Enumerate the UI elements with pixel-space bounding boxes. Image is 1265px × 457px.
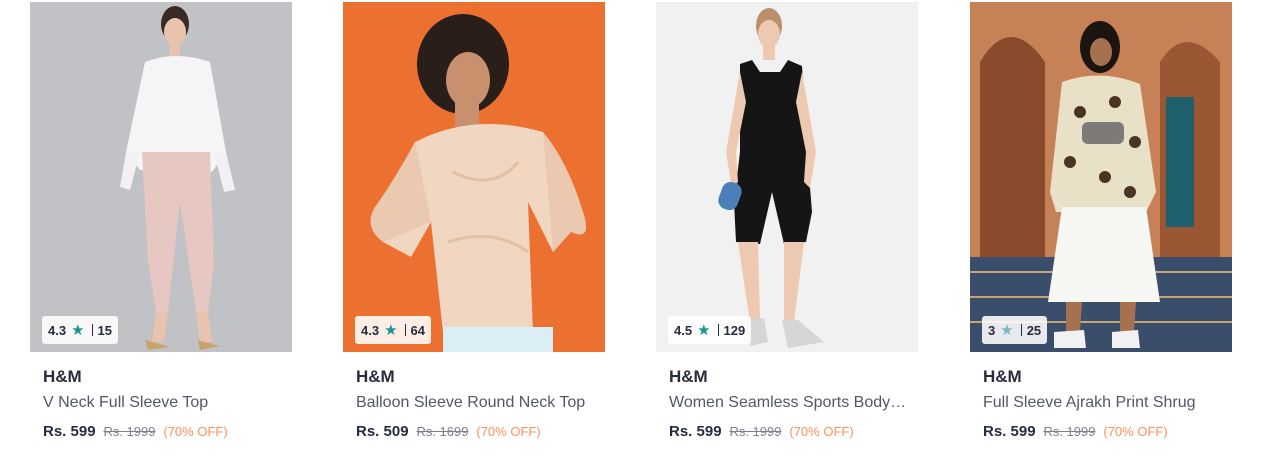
product-prices: Rs. 599 Rs. 1999 (70% OFF) — [43, 422, 283, 441]
rating-badge: 4.5 ★ 129 — [668, 316, 752, 344]
product-image[interactable]: 3 ★ 25 — [970, 2, 1232, 352]
product-info[interactable]: H&M Balloon Sleeve Round Neck Top Rs. 50… — [356, 366, 596, 441]
star-icon: ★ — [1000, 322, 1014, 339]
rating-count: 25 — [1026, 322, 1042, 338]
product-discount: (70% OFF) — [163, 424, 228, 439]
star-icon: ★ — [697, 322, 711, 339]
product-card[interactable]: 4.3 ★ 64 H&M Balloon Sleeve Round Neck T… — [343, 2, 605, 452]
product-info[interactable]: H&M Full Sleeve Ajrakh Print Shrug Rs. 5… — [983, 366, 1223, 441]
rating-count: 129 — [723, 322, 746, 338]
rating-count: 64 — [410, 322, 425, 338]
product-brand: H&M — [669, 367, 708, 386]
rating-badge: 4.3 ★ 15 — [42, 316, 118, 344]
rating-value: 4.3 — [48, 322, 67, 338]
product-card[interactable]: 4.3 ★ 15 H&M V Neck Full Sleeve Top Rs. … — [30, 2, 292, 452]
product-image[interactable]: 4.3 ★ 15 — [30, 2, 292, 352]
product-discount: (70% OFF) — [789, 424, 854, 439]
product-name: Women Seamless Sports Body… — [669, 394, 907, 411]
product-card[interactable]: 3 ★ 25 H&M Full Sleeve Ajrakh Print Shru… — [970, 2, 1232, 452]
product-name: V Neck Full Sleeve Top — [43, 394, 209, 411]
rating-badge: 3 ★ 25 — [982, 316, 1048, 344]
product-discount: (70% OFF) — [476, 424, 541, 439]
product-mrp: Rs. 1999 — [1043, 424, 1096, 439]
rating-count: 15 — [97, 322, 112, 338]
product-name: Balloon Sleeve Round Neck Top — [356, 394, 586, 411]
star-icon: ★ — [384, 322, 398, 339]
product-price: Rs. 599 — [669, 423, 722, 440]
rating-value: 4.5 — [674, 322, 693, 338]
product-name: Full Sleeve Ajrakh Print Shrug — [983, 394, 1196, 411]
rating-divider — [404, 324, 406, 336]
product-mrp: Rs. 1999 — [103, 424, 156, 439]
product-info[interactable]: H&M Women Seamless Sports Body… Rs. 599 … — [669, 366, 909, 441]
rating-divider — [717, 324, 719, 336]
rating-divider — [91, 324, 93, 336]
product-card[interactable]: 4.5 ★ 129 H&M Women Seamless Sports Body… — [656, 2, 918, 452]
product-info[interactable]: H&M V Neck Full Sleeve Top Rs. 599 Rs. 1… — [43, 366, 283, 441]
star-icon: ★ — [71, 322, 85, 339]
product-price: Rs. 509 — [356, 423, 409, 440]
product-prices: Rs. 599 Rs. 1999 (70% OFF) — [983, 422, 1223, 441]
product-discount: (70% OFF) — [1103, 424, 1168, 439]
product-prices: Rs. 599 Rs. 1999 (70% OFF) — [669, 422, 909, 441]
rating-value: 3 — [988, 322, 996, 338]
product-image[interactable]: 4.3 ★ 64 — [343, 2, 605, 352]
product-mrp: Rs. 1999 — [729, 424, 782, 439]
product-image[interactable]: 4.5 ★ 129 — [656, 2, 918, 352]
product-brand: H&M — [983, 367, 1022, 386]
product-brand: H&M — [356, 367, 395, 386]
product-prices: Rs. 509 Rs. 1699 (70% OFF) — [356, 422, 596, 441]
rating-badge: 4.3 ★ 64 — [355, 316, 431, 344]
rating-divider — [1020, 324, 1022, 336]
rating-value: 4.3 — [361, 322, 380, 338]
product-mrp: Rs. 1699 — [416, 424, 469, 439]
product-price: Rs. 599 — [43, 423, 96, 440]
product-price: Rs. 599 — [983, 423, 1036, 440]
product-brand: H&M — [43, 367, 82, 386]
